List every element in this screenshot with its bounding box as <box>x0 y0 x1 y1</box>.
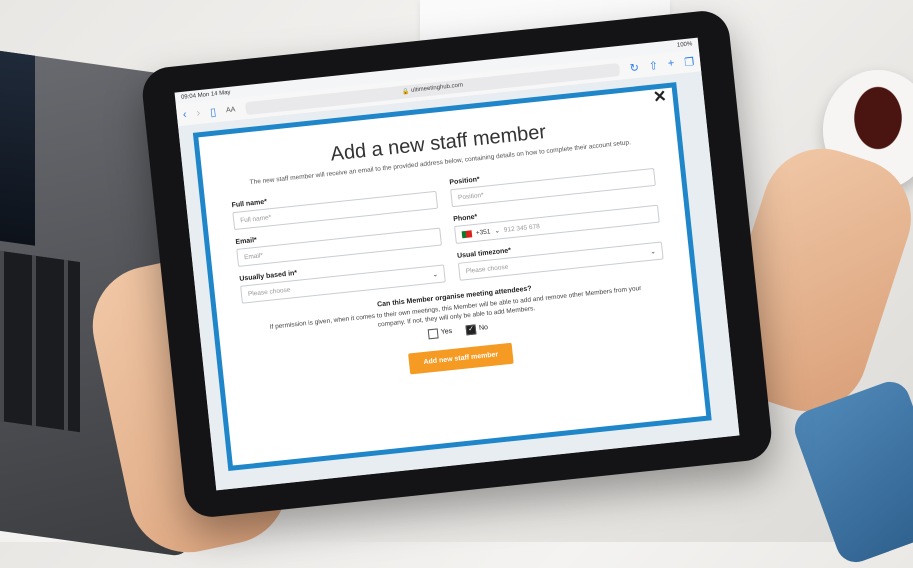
based-in-value: Please choose <box>247 286 291 298</box>
laptop-screen <box>0 42 35 246</box>
tablet-screen: 09:04 Mon 14 May 100% ‹ › ▯ AA 🔒 ultimee… <box>174 37 740 491</box>
country-code[interactable]: +351 <box>475 228 490 236</box>
flag-icon <box>461 229 473 238</box>
chevron-down-icon: ⌄ <box>432 271 439 279</box>
yes-label: Yes <box>440 327 453 337</box>
chevron-down-icon: ⌄ <box>650 248 657 256</box>
reload-icon[interactable]: ↻ <box>629 60 639 74</box>
page-background: ✕ Add a new staff member The new staff m… <box>178 71 740 491</box>
no-checkbox-box[interactable]: ✓ <box>465 323 477 335</box>
url-text: ultimeetinghub.com <box>410 82 464 94</box>
no-checkbox[interactable]: ✓ No <box>465 323 489 335</box>
back-icon[interactable]: ‹ <box>182 108 187 120</box>
forward-icon[interactable]: › <box>196 107 201 119</box>
laptop-keyboard <box>0 242 80 433</box>
phone-placeholder: 912 345 678 <box>503 222 541 234</box>
share-icon[interactable]: ⇧ <box>648 58 658 72</box>
add-staff-modal: ✕ Add a new staff member The new staff m… <box>192 82 712 472</box>
tabs-icon[interactable]: ❐ <box>684 55 695 69</box>
reader-aa-button[interactable]: AA <box>226 106 236 114</box>
bookmarks-icon[interactable]: ▯ <box>209 105 217 119</box>
battery-indicator: 100% <box>676 41 693 49</box>
add-staff-button[interactable]: Add new staff member <box>408 342 514 374</box>
yes-checkbox-box[interactable] <box>427 327 439 339</box>
yes-checkbox[interactable]: Yes <box>427 326 453 339</box>
chevron-down-icon: ⌄ <box>494 227 501 235</box>
no-label: No <box>478 324 489 333</box>
new-tab-icon[interactable]: + <box>667 57 675 70</box>
tablet: 09:04 Mon 14 May 100% ‹ › ▯ AA 🔒 ultimee… <box>139 8 775 520</box>
close-icon[interactable]: ✕ <box>652 86 667 107</box>
timezone-value: Please choose <box>465 263 509 275</box>
